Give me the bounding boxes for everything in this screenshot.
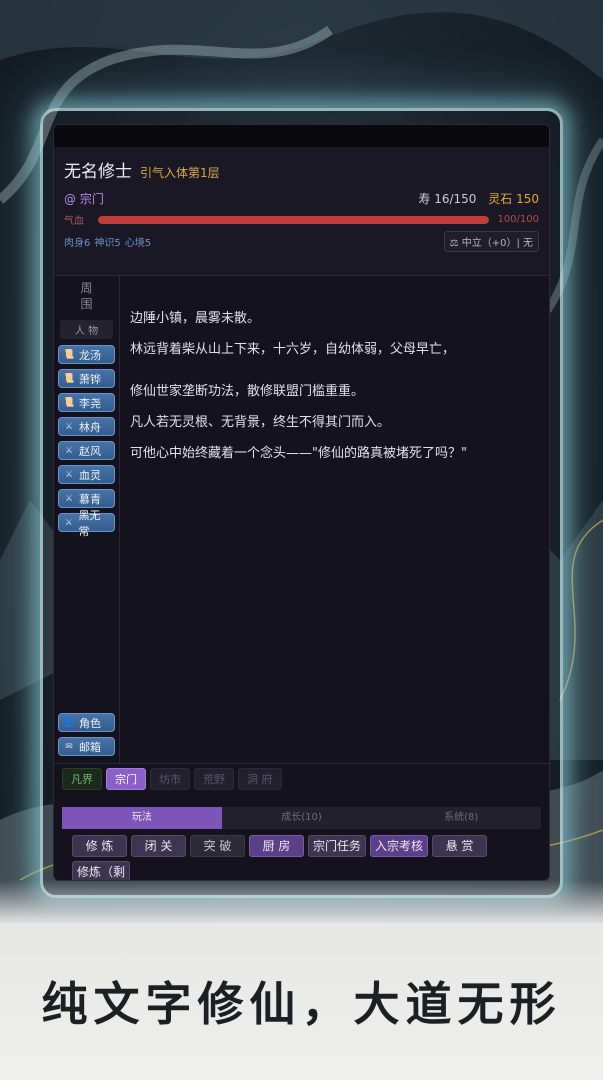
tab-gameplay[interactable]: 玩法 (62, 807, 222, 829)
story-text-area[interactable]: 边陲小镇，晨雾未散。 林远背着柴从山上下来，十六岁，自幼体弱，父母早亡， 修仙世… (120, 276, 549, 763)
sect-link[interactable]: @ 宗门 (64, 190, 104, 207)
stat-body: 肉身6 (64, 238, 91, 249)
npc-button[interactable]: ⚔ 赵风 (58, 441, 115, 460)
npc-name: 慕青 (79, 492, 101, 506)
tab-system[interactable]: 系统(8) (381, 807, 542, 829)
npc-name: 李尧 (79, 396, 101, 410)
hp-label: 气血 (64, 216, 84, 227)
top-bar (54, 125, 549, 147)
tab-growth[interactable]: 成长(10) (221, 807, 382, 829)
sword-icon: ⚔ (64, 517, 73, 528)
npc-name: 龙汤 (79, 348, 101, 362)
person-icon: 👤 (63, 717, 75, 728)
sect-exam-button[interactable]: 入宗考核 (370, 835, 429, 857)
mail-icon: ✉ (65, 741, 73, 752)
cultivate-button[interactable]: 修 炼 (72, 835, 127, 857)
npc-name: 萧铧 (79, 372, 101, 386)
npc-button[interactable]: ⚔ 血灵 (58, 465, 115, 484)
mail-button[interactable]: ✉ 邮箱 (58, 737, 115, 756)
lifespan-label: 寿 (418, 192, 431, 206)
character-name: 无名修士 (64, 162, 132, 182)
kitchen-button[interactable]: 厨 房 (249, 835, 304, 857)
scroll-icon: 📜 (63, 397, 75, 408)
action-buttons: 修 炼 闭 关 突 破 厨 房 宗门任务 入宗考核 悬 赏 修炼（剩 (54, 829, 549, 880)
spirit-stone-value: 150 (516, 192, 539, 206)
sword-icon: ⚔ (64, 445, 74, 456)
scroll-icon: 📜 (63, 373, 75, 384)
sword-icon: ⚔ (64, 421, 74, 432)
npc-button[interactable]: ⚔ 慕青 (58, 489, 115, 508)
story-line: 边陲小镇，晨雾未散。 (130, 311, 261, 326)
people-header: 人 物 (60, 320, 113, 339)
npc-button[interactable]: 📜 萧铧 (58, 369, 115, 388)
breakthrough-button[interactable]: 突 破 (190, 835, 245, 857)
sidebar: 周围 人 物 📜 龙汤 📜 萧铧 📜 李尧 ⚔ 林舟 ⚔ 赵风 ⚔ 血灵 ⚔ 慕青 ⚔ 黑无常 👤 角色 ✉ … (54, 276, 120, 763)
bounty-button[interactable]: 悬 赏 (432, 835, 488, 857)
npc-button[interactable]: 📜 李尧 (58, 393, 115, 412)
story-line: 修仙世家垄断功法，散修联盟门槛重重。 (130, 384, 365, 399)
tab-wilderness[interactable]: 荒野 (194, 767, 234, 790)
npc-list: 📜 龙汤 📜 萧铧 📜 李尧 ⚔ 林舟 ⚔ 赵风 ⚔ 血灵 ⚔ 慕青 ⚔ 黑无常 (54, 345, 119, 538)
promo-slogan: 纯文字修仙，大道无形 (41, 977, 562, 1031)
main-area: 周围 人 物 📜 龙汤 📜 萧铧 📜 李尧 ⚔ 林舟 ⚔ 赵风 ⚔ 血灵 ⚔ 慕青 ⚔ 黑无常 👤 角色 ✉ … (54, 276, 549, 763)
role-button-label: 角色 (79, 716, 101, 730)
stat-spirit: 神识5 (94, 238, 121, 249)
seclusion-button[interactable]: 闭 关 (131, 835, 186, 857)
mail-button-label: 邮箱 (79, 740, 101, 754)
mode-tabs: 玩法 成长(10) 系统(8) (62, 807, 542, 829)
npc-name: 赵风 (79, 444, 101, 458)
lifespan-value: 16/150 (434, 192, 477, 206)
npc-name: 黑无常 (78, 508, 101, 538)
spirit-stone-label: 灵石 (488, 192, 513, 206)
sword-icon: ⚔ (64, 493, 74, 504)
npc-name: 林舟 (79, 420, 101, 434)
hp-value: 100/100 (497, 214, 539, 225)
region-tabs: 凡界 宗门 坊市 荒野 洞 府 (54, 763, 549, 793)
character-header: 无名修士 引气入体第1层 @ 宗门 寿 16/150 灵石 150 气血 100… (54, 147, 549, 275)
realm-label: 引气入体第1层 (140, 166, 220, 180)
npc-name: 血灵 (79, 468, 101, 482)
hp-bar-fill (98, 215, 490, 224)
tab-cave-dwelling[interactable]: 洞 府 (238, 767, 282, 790)
alignment-badge[interactable]: ⚖ 中立（+0）| 无 (443, 231, 539, 252)
role-button[interactable]: 👤 角色 (58, 713, 115, 732)
sword-icon: ⚔ (64, 469, 74, 480)
attribute-stats: 肉身6 神识5 心境5 (64, 234, 155, 249)
hp-bar (98, 215, 490, 224)
npc-button[interactable]: 📜 龙汤 (58, 345, 115, 364)
story-line: 凡人若无灵根、无背景，终生不得其门而入。 (130, 415, 391, 430)
tab-sect[interactable]: 宗门 (106, 767, 146, 790)
stat-mind: 心境5 (124, 238, 152, 249)
sect-mission-button[interactable]: 宗门任务 (308, 835, 367, 857)
npc-button[interactable]: ⚔ 黑无常 (58, 509, 115, 538)
tab-mortal-realm[interactable]: 凡界 (62, 767, 102, 790)
game-panel: 无名修士 引气入体第1层 @ 宗门 寿 16/150 灵石 150 气血 100… (53, 124, 550, 881)
scroll-icon: 📜 (63, 349, 75, 360)
npc-button[interactable]: ⚔ 林舟 (58, 417, 115, 436)
story-line: 林远背着柴从山上下来，十六岁，自幼体弱，父母早亡， (130, 342, 456, 357)
surroundings-label: 周围 (80, 281, 93, 311)
tab-market[interactable]: 坊市 (150, 767, 190, 790)
story-line: 可他心中始终藏着一个念头——"修仙的路真被堵死了吗？" (130, 446, 467, 461)
cultivate-remaining-button[interactable]: 修炼（剩 (72, 861, 131, 880)
